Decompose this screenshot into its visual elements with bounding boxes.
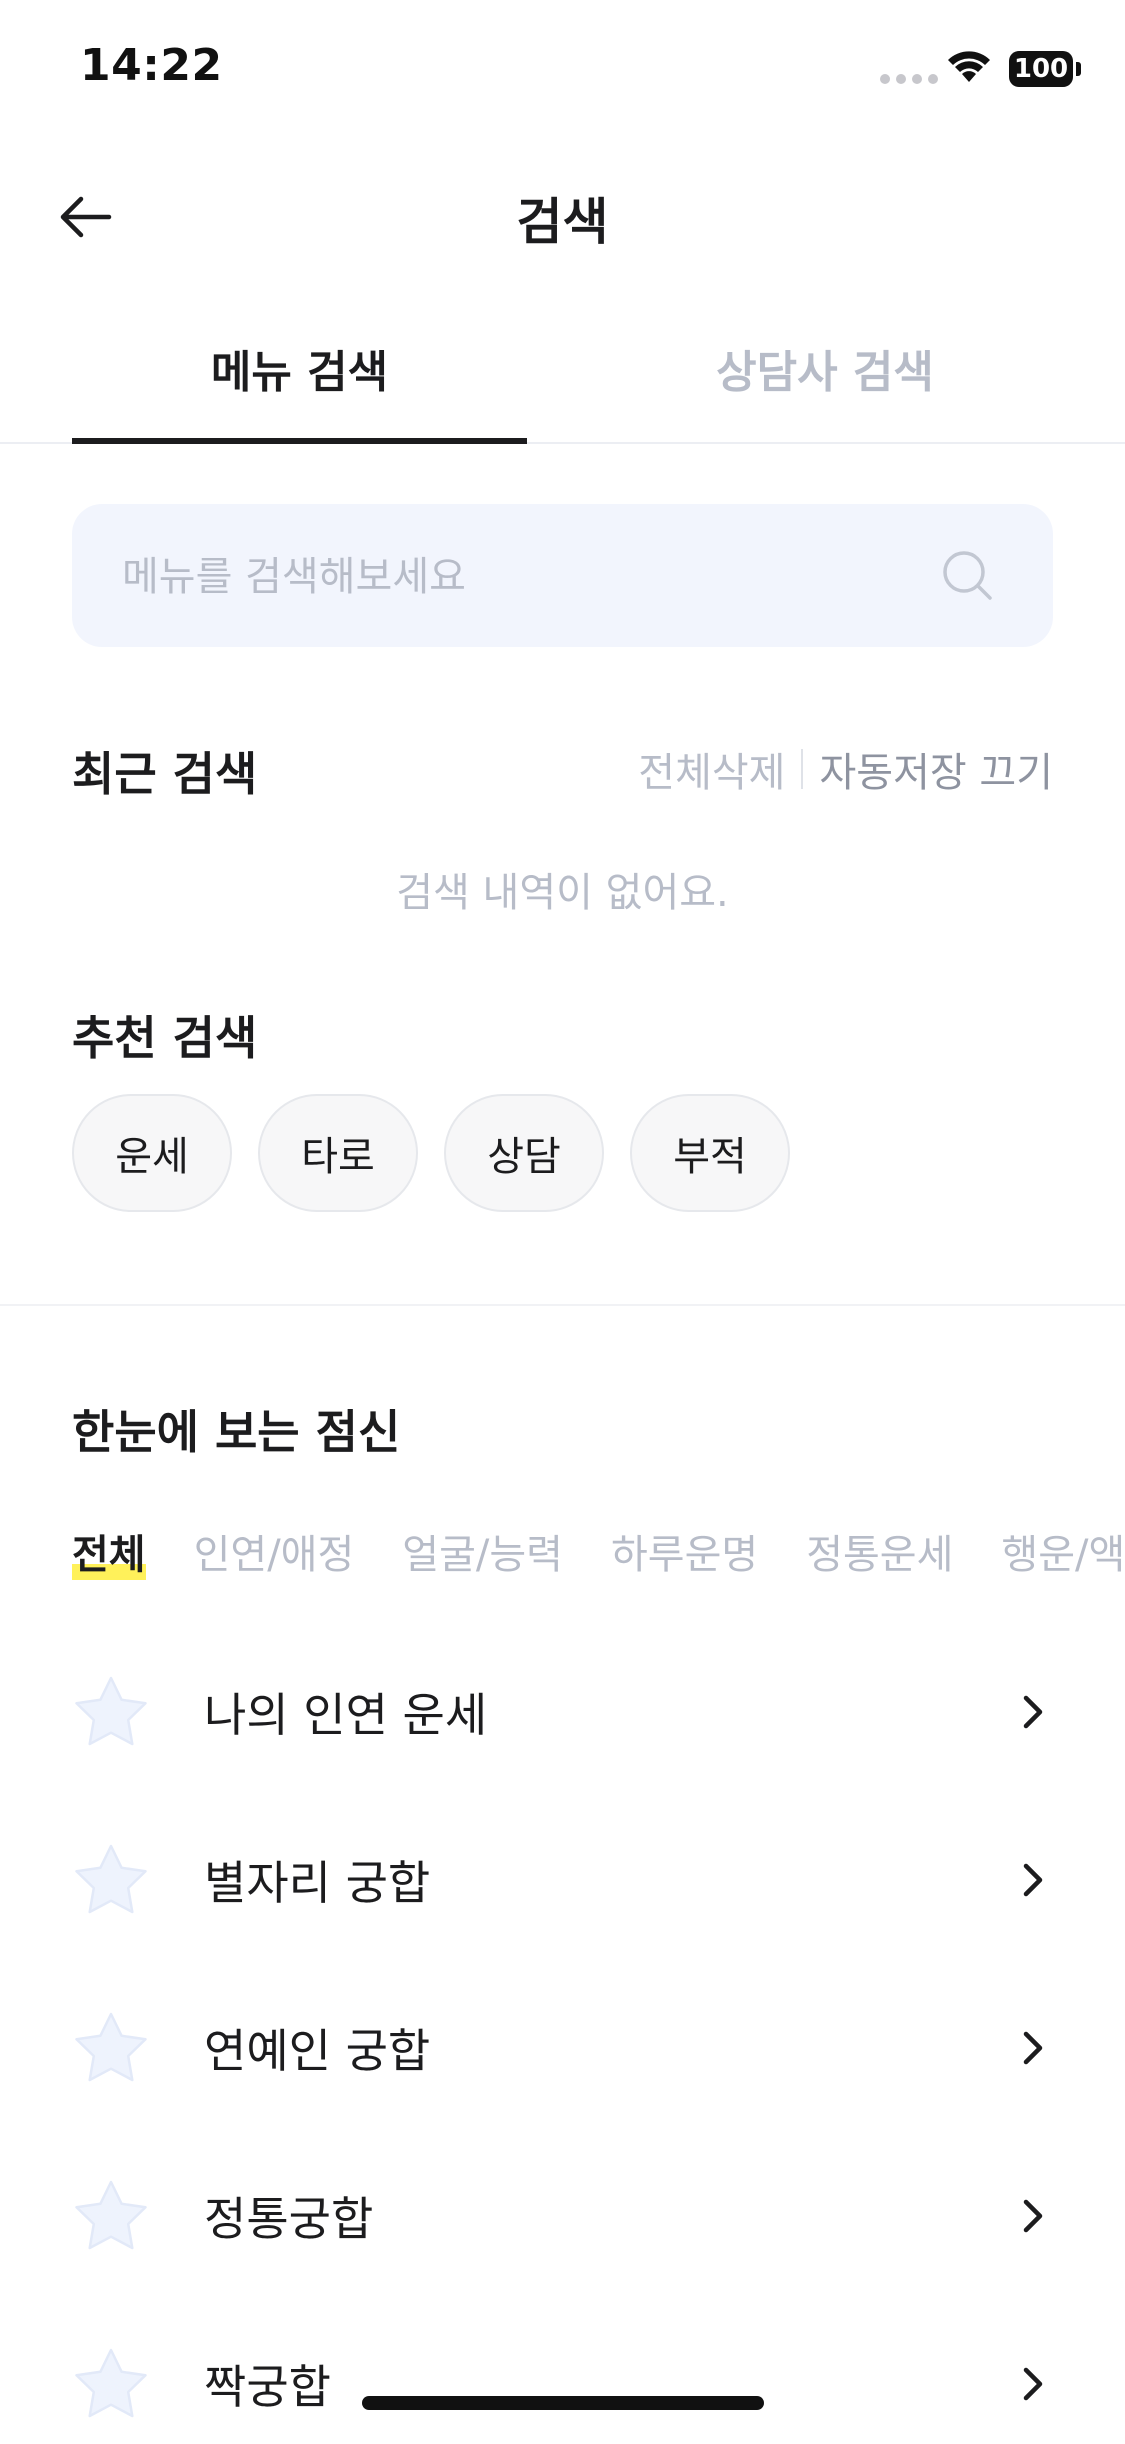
category-item[interactable]: 얼굴/능력 [402, 1522, 563, 1580]
recent-search-title: 최근 검색 [72, 747, 258, 801]
search-input[interactable] [120, 504, 944, 649]
home-indicator [362, 2396, 764, 2410]
battery-icon: 100 [1009, 51, 1073, 87]
recommended-chip[interactable]: 타로 [258, 1094, 418, 1212]
tab-menu-search[interactable]: 메뉴 검색 [72, 336, 527, 400]
star-icon[interactable] [72, 1843, 162, 1917]
status-time: 14:22 [80, 40, 223, 91]
category-filter: 전체 인연/애정 얼굴/능력 하루운명 정통운세 행운/액운 [72, 1522, 1125, 1580]
star-icon[interactable] [72, 2011, 162, 2085]
recommended-chip[interactable]: 상담 [444, 1094, 604, 1212]
list-item[interactable]: 짝궁합 [72, 2324, 1053, 2444]
empty-history-message: 검색 내역이 없어요. [396, 870, 729, 916]
list-item[interactable]: 연예인 궁합 [72, 1988, 1053, 2108]
recommended-search-title: 추천 검색 [72, 1011, 258, 1065]
overview-title: 한눈에 보는 점신 [72, 1405, 401, 1459]
category-item[interactable]: 행운/액운 [1001, 1522, 1125, 1580]
section-divider [0, 1304, 1125, 1306]
list-item-label: 별자리 궁합 [204, 1856, 431, 1910]
star-icon[interactable] [72, 2347, 162, 2421]
wifi-icon [946, 50, 992, 88]
list-item-label: 연예인 궁합 [204, 2024, 431, 2078]
chevron-right-icon [1013, 1694, 1053, 1730]
active-tab-indicator [72, 438, 527, 444]
list-item-label: 정통궁합 [204, 2192, 374, 2246]
delete-all-button[interactable]: 전체삭제 [638, 740, 785, 798]
list-item-label: 나의 인연 운세 [204, 1688, 488, 1742]
recommended-chip[interactable]: 운세 [72, 1094, 232, 1212]
star-icon[interactable] [72, 1675, 162, 1749]
action-separator [801, 749, 804, 789]
list-item[interactable]: 별자리 궁합 [72, 1820, 1053, 1940]
recommended-chips: 운세 타로 상담 부적 [72, 1094, 790, 1212]
list-item[interactable]: 나의 인연 운세 [72, 1652, 1053, 1772]
chevron-right-icon [1013, 2030, 1053, 2066]
category-item[interactable]: 인연/애정 [194, 1522, 355, 1580]
list-item[interactable]: 정통궁합 [72, 2156, 1053, 2276]
category-all[interactable]: 전체 [72, 1522, 146, 1580]
chevron-right-icon [1013, 1862, 1053, 1898]
search-icon[interactable] [940, 548, 994, 602]
autosave-off-button[interactable]: 자동저장 끄기 [819, 740, 1053, 798]
search-box[interactable] [72, 504, 1053, 649]
category-item[interactable]: 하루운명 [611, 1522, 758, 1580]
back-button[interactable] [50, 182, 120, 252]
recent-search-actions: 전체삭제 자동저장 끄기 [638, 740, 1053, 798]
recommended-chip[interactable]: 부적 [630, 1094, 790, 1212]
tab-counselor-search[interactable]: 상담사 검색 [600, 336, 1050, 400]
page-title: 검색 [516, 193, 609, 251]
cellular-signal-icon [880, 74, 938, 84]
arrow-left-icon [60, 196, 112, 238]
category-item[interactable]: 정통운세 [806, 1522, 953, 1580]
battery-tip [1076, 62, 1081, 76]
chevron-right-icon [1013, 2366, 1053, 2402]
chevron-right-icon [1013, 2198, 1053, 2234]
battery-level: 100 [1013, 54, 1069, 84]
star-icon[interactable] [72, 2179, 162, 2253]
